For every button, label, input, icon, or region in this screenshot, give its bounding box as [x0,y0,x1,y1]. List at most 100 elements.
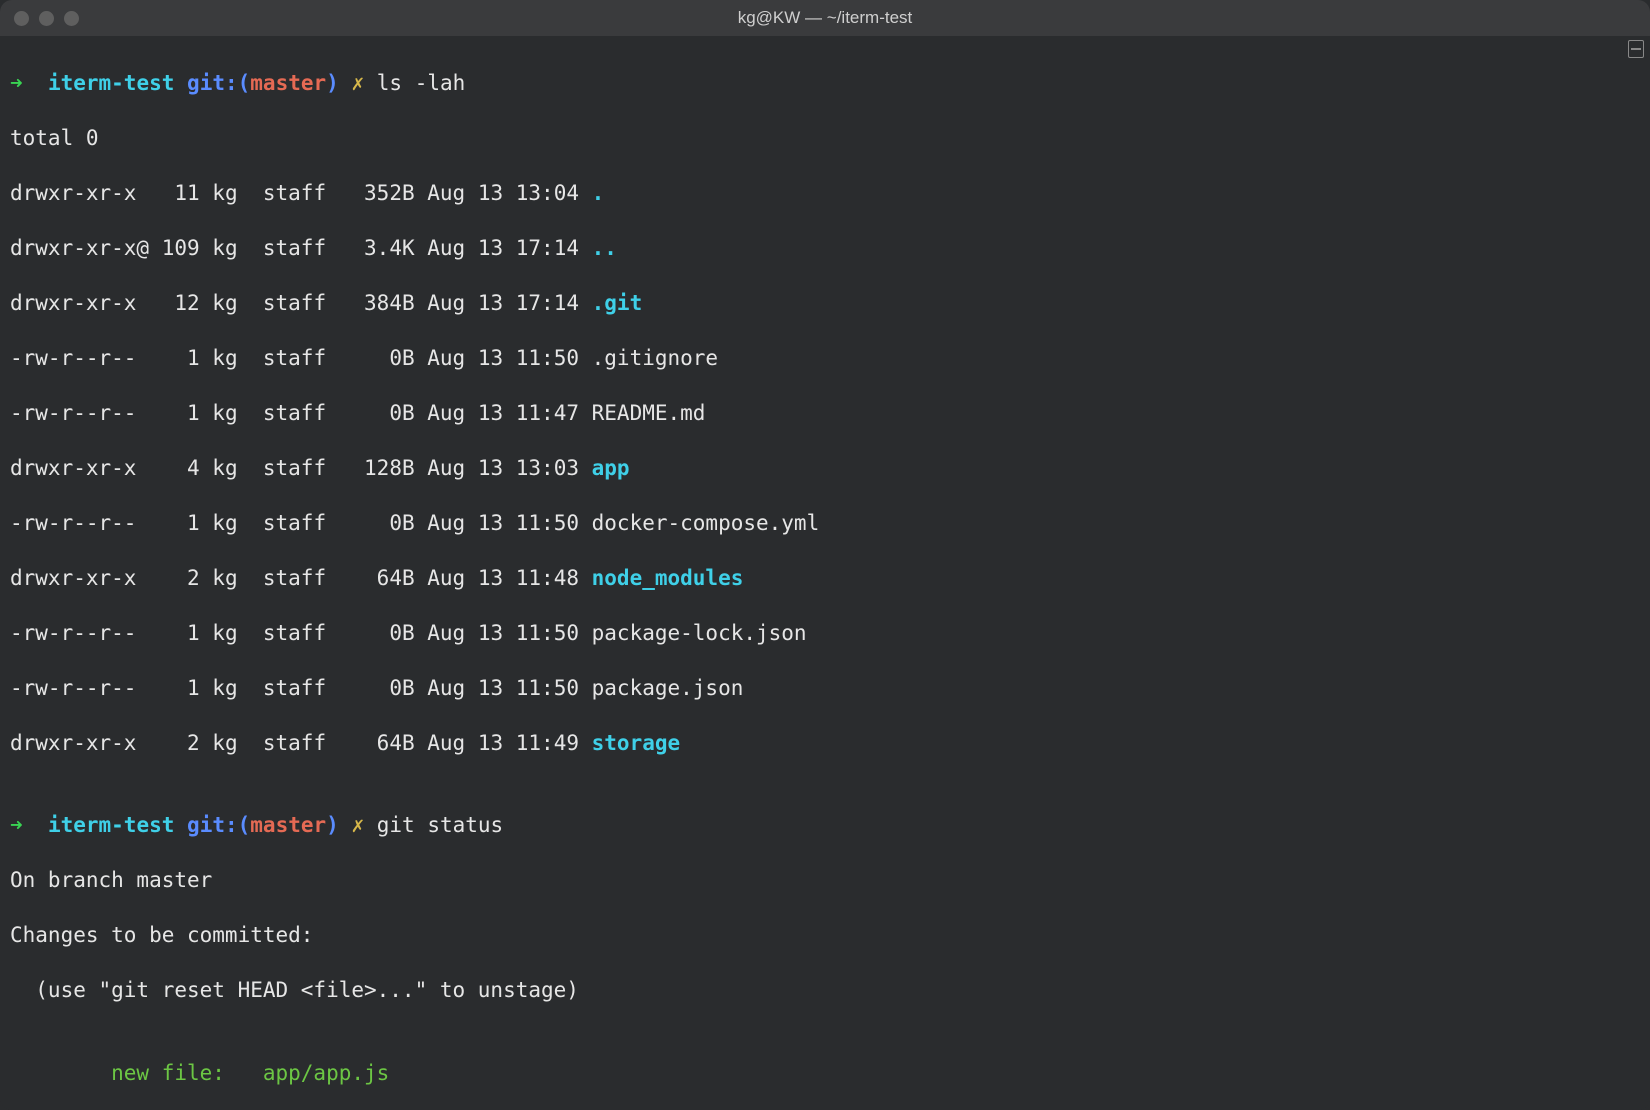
ls-user: kg [200,456,238,480]
ls-group: staff [238,181,327,205]
ls-links: 1 [136,676,199,700]
ls-links: 1 [136,346,199,370]
ls-size: 0B [326,511,415,535]
prompt-dir: iterm-test [48,813,174,837]
ls-row: drwxr-xr-x 4 kg staff 128B Aug 13 13:03 … [10,455,1640,483]
ls-date: Aug 13 11:48 [415,566,592,590]
ls-user: kg [200,401,238,425]
ls-links: 1 [136,621,199,645]
ls-name: . [592,181,605,205]
scrollbar-indicator-icon[interactable] [1628,40,1644,58]
prompt-dirty-icon: ✗ [351,813,364,837]
traffic-lights [0,11,79,26]
command-1: ls -lah [377,71,466,95]
ls-date: Aug 13 13:04 [415,181,592,205]
ls-group: staff [238,346,327,370]
ls-size: 128B [326,456,415,480]
ls-name: package-lock.json [592,621,807,645]
ls-perm: drwxr-xr-x [10,456,149,480]
ls-total: total 0 [10,125,1640,153]
ls-row: -rw-r--r-- 1 kg staff 0B Aug 13 11:50 pa… [10,675,1640,703]
prompt-arrow-icon: ➜ [10,71,23,95]
ls-perm: -rw-r--r-- [10,621,136,645]
ls-user: kg [200,566,238,590]
prompt-paren-open: ( [238,813,251,837]
ls-date: Aug 13 11:47 [415,401,592,425]
ls-date: Aug 13 17:14 [415,291,592,315]
ls-perm: -rw-r--r-- [10,676,136,700]
ls-name: .git [592,291,643,315]
ls-user: kg [200,676,238,700]
ls-perm: drwxr-xr-x [10,566,149,590]
ls-row: -rw-r--r-- 1 kg staff 0B Aug 13 11:50 .g… [10,345,1640,373]
ls-date: Aug 13 11:49 [415,731,592,755]
ls-links: 2 [149,731,200,755]
ls-row: drwxr-xr-x 2 kg staff 64B Aug 13 11:48 n… [10,565,1640,593]
ls-user: kg [200,731,238,755]
prompt-line-2: ➜ iterm-test git:(master) ✗ git status [10,812,1640,840]
ls-name: .. [592,236,617,260]
ls-row: drwxr-xr-x 11 kg staff 352B Aug 13 13:04… [10,180,1640,208]
ls-user: kg [200,291,238,315]
status-line: (use "git reset HEAD <file>..." to unsta… [10,977,1640,1005]
ls-group: staff [238,456,327,480]
ls-name: README.md [592,401,706,425]
prompt-arrow-icon: ➜ [10,813,23,837]
ls-row: drwxr-xr-x 2 kg staff 64B Aug 13 11:49 s… [10,730,1640,758]
ls-group: staff [238,401,327,425]
ls-perm: -rw-r--r-- [10,401,136,425]
status-new-file: new file: app/app.js [10,1060,1640,1088]
prompt-line-1: ➜ iterm-test git:(master) ✗ ls -lah [10,70,1640,98]
ls-size: 352B [326,181,415,205]
ls-size: 0B [326,401,415,425]
ls-name: docker-compose.yml [592,511,820,535]
prompt-dirty-icon: ✗ [351,71,364,95]
ls-links: 4 [149,456,200,480]
ls-links: 11 [149,181,200,205]
prompt-paren-close: ) [326,813,339,837]
ls-user: kg [200,621,238,645]
ls-user: kg [200,181,238,205]
ls-size: 3.4K [326,236,415,260]
ls-group: staff [238,621,327,645]
ls-links: 109 [149,236,200,260]
ls-name: package.json [592,676,744,700]
ls-user: kg [200,346,238,370]
ls-group: staff [238,291,327,315]
ls-perm: drwxr-xr-x [10,181,149,205]
prompt-paren-open: ( [238,71,251,95]
ls-size: 0B [326,676,415,700]
ls-user: kg [200,511,238,535]
ls-perm: drwxr-xr-x@ [10,236,149,260]
ls-size: 64B [326,731,415,755]
close-icon[interactable] [14,11,29,26]
ls-date: Aug 13 11:50 [415,621,592,645]
ls-links: 1 [136,401,199,425]
ls-name: .gitignore [592,346,718,370]
ls-row: -rw-r--r-- 1 kg staff 0B Aug 13 11:50 pa… [10,620,1640,648]
prompt-branch: master [250,813,326,837]
ls-name: node_modules [592,566,744,590]
window-title: kg@KW — ~/iterm-test [0,4,1650,32]
ls-group: staff [238,236,327,260]
zoom-icon[interactable] [64,11,79,26]
ls-group: staff [238,731,327,755]
ls-date: Aug 13 11:50 [415,511,592,535]
terminal-output[interactable]: ➜ iterm-test git:(master) ✗ ls -lah tota… [0,36,1650,1110]
ls-size: 0B [326,621,415,645]
ls-name: app [592,456,630,480]
ls-size: 0B [326,346,415,370]
ls-size: 64B [326,566,415,590]
ls-perm: -rw-r--r-- [10,511,136,535]
ls-links: 1 [136,511,199,535]
prompt-dir: iterm-test [48,71,174,95]
ls-group: staff [238,566,327,590]
minimize-icon[interactable] [39,11,54,26]
ls-row: -rw-r--r-- 1 kg staff 0B Aug 13 11:47 RE… [10,400,1640,428]
ls-row: -rw-r--r-- 1 kg staff 0B Aug 13 11:50 do… [10,510,1640,538]
ls-date: Aug 13 17:14 [415,236,592,260]
ls-row: drwxr-xr-x 12 kg staff 384B Aug 13 17:14… [10,290,1640,318]
ls-date: Aug 13 11:50 [415,676,592,700]
status-line: On branch master [10,867,1640,895]
ls-date: Aug 13 13:03 [415,456,592,480]
